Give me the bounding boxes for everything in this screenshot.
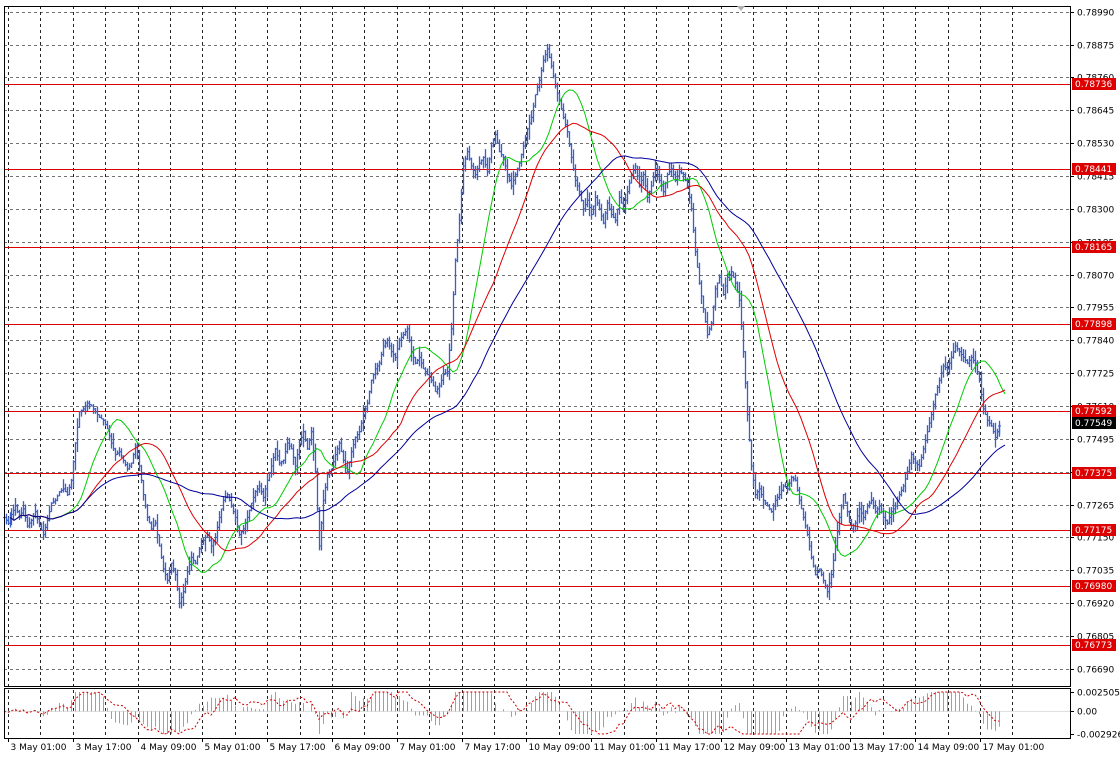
time-tick-label: 4 May 09:00 [141, 743, 197, 753]
time-tick-label: 13 May 01:00 [789, 743, 851, 753]
price-tick-label: 0.77955 [1077, 304, 1114, 314]
time-tick-label: 12 May 09:00 [724, 743, 786, 753]
price-tick-label: 0.77035 [1077, 567, 1114, 577]
time-tick-label: 6 May 09:00 [335, 743, 391, 753]
level-price-label: 0.78736 [1075, 80, 1112, 90]
time-tick-label: 14 May 09:00 [918, 743, 980, 753]
price-tick-label: 0.76920 [1077, 600, 1114, 610]
price-tick-label: 0.78530 [1077, 140, 1114, 150]
forex-chart[interactable]: 0.789900.788750.787600.786450.785300.784… [0, 0, 1120, 758]
current-price-label: 0.77549 [1075, 419, 1112, 429]
price-tick-label: 0.78300 [1077, 206, 1114, 216]
oscillator-tick-label: -0.002926 [1077, 731, 1120, 741]
oscillator-tick-label: 0.002505 [1077, 689, 1120, 699]
price-tick-label: 0.78990 [1077, 9, 1114, 19]
level-price-label: 0.77375 [1075, 469, 1112, 479]
time-tick-label: 11 May 17:00 [659, 743, 721, 753]
time-tick-label: 7 May 17:00 [465, 743, 521, 753]
level-price-label: 0.76980 [1075, 582, 1112, 592]
time-tick-label: 5 May 01:00 [205, 743, 261, 753]
time-tick-label: 3 May 01:00 [11, 743, 67, 753]
time-tick-label: 17 May 01:00 [983, 743, 1045, 753]
price-tick-label: 0.78645 [1077, 107, 1114, 117]
oscillator-tick-label: 0.00 [1077, 708, 1097, 718]
time-tick-label: 3 May 17:00 [76, 743, 132, 753]
price-tick-label: 0.77725 [1077, 370, 1114, 380]
level-price-label: 0.78441 [1075, 165, 1112, 175]
price-tick-label: 0.77495 [1077, 436, 1114, 446]
time-tick-label: 10 May 09:00 [529, 743, 591, 753]
price-tick-label: 0.78070 [1077, 272, 1114, 282]
level-price-label: 0.77898 [1075, 320, 1112, 330]
time-tick-label: 7 May 01:00 [400, 743, 456, 753]
level-price-label: 0.78165 [1075, 243, 1112, 253]
level-price-label: 0.76773 [1075, 641, 1112, 651]
time-tick-label: 11 May 01:00 [594, 743, 656, 753]
price-tick-label: 0.77840 [1077, 337, 1114, 347]
price-tick-label: 0.77265 [1077, 502, 1114, 512]
time-tick-label: 5 May 17:00 [270, 743, 326, 753]
price-tick-label: 0.76690 [1077, 666, 1114, 676]
level-price-label: 0.77592 [1075, 407, 1112, 417]
price-tick-label: 0.78875 [1077, 42, 1114, 52]
time-tick-label: 13 May 17:00 [853, 743, 915, 753]
level-price-label: 0.77175 [1075, 526, 1112, 536]
